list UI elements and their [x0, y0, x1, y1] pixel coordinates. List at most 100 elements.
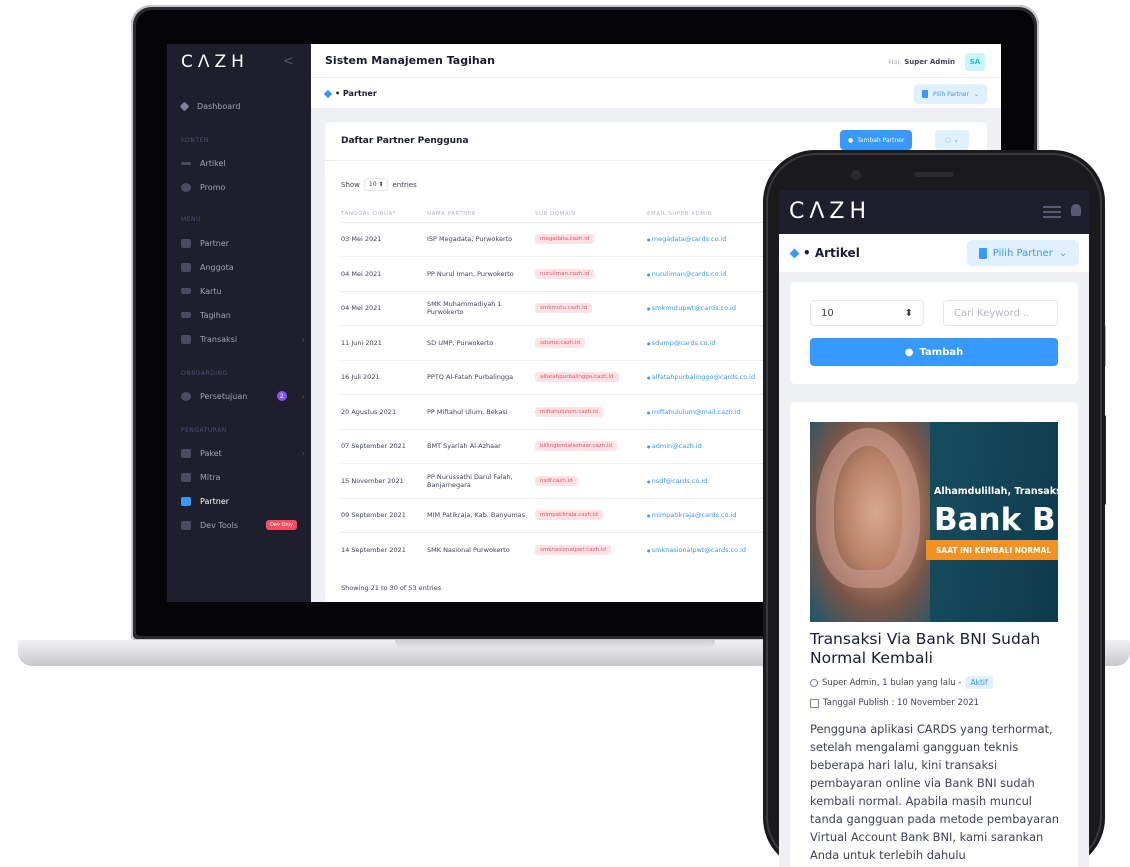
table-row[interactable]: 16 Juli 2021 PPTQ Al-Fatah Purbalingga alf…	[341, 359, 777, 395]
cell-email: mimpatikraja@cards.co.id	[647, 497, 777, 533]
sidebar-item-mitra[interactable]: Mitra	[181, 469, 305, 485]
article-card[interactable]: Alhamdulillah, Transaksi Bank BN SAAT IN…	[790, 402, 1078, 867]
sidebar-item-tagihan[interactable]: Tagihan	[181, 307, 305, 323]
add-article-button[interactable]: ● Tambah	[810, 338, 1058, 366]
greeting-label: Hai,	[888, 58, 902, 66]
sidebar-item-label: Transaksi	[200, 334, 238, 344]
sidebar-section-konten: KONTEN	[181, 137, 209, 144]
cell-date-text: 14 September 2021	[341, 546, 406, 554]
table-row[interactable]: 15 November 2021 PP Nurussathi Darul Fala…	[341, 463, 777, 498]
cell-date: 11 Juni 2021	[341, 325, 427, 360]
show-label: Show	[341, 180, 360, 189]
hamburger-menu-icon[interactable]	[1043, 206, 1061, 218]
cell-email-text[interactable]: admin@cazh.id	[647, 442, 702, 450]
column-header-subdomain[interactable]: SUB DOMAIN	[535, 206, 647, 222]
breadcrumb-label: • Artikel	[803, 246, 860, 260]
pagination-info: Showing 21 to 30 of 53 entries	[341, 584, 442, 592]
cell-email-text[interactable]: alfatahpurbalinggo@cards.co.id	[647, 373, 755, 381]
diamond-icon	[323, 89, 333, 98]
brand-logo: CΛZH	[789, 199, 872, 224]
calendar-icon	[810, 698, 819, 708]
sidebar-item-kartu[interactable]: Kartu	[181, 283, 305, 299]
add-partner-button[interactable]: ● Tambah Partner	[840, 130, 913, 150]
cell-email-text[interactable]: sdump@cards.co.id	[647, 339, 715, 347]
cell-subdomain-text: megadata.cazh.id	[535, 234, 595, 245]
cell-partner-name-text: MIM Patikraja, Kab. Banyumas	[427, 511, 526, 520]
cell-email-text[interactable]: nuruliman@cards.co.id	[647, 270, 726, 278]
cell-email: megadata@cards.co.id	[647, 221, 777, 257]
package-icon	[181, 448, 191, 458]
pick-partner-dropdown[interactable]: Pilih Partner ⌄	[967, 240, 1079, 266]
cell-date-text: 20 Agustus 2021	[341, 407, 397, 416]
mobile-app-screen: CΛZH • Artikel Pilih Partner ⌄ 10 ⬍ Cari…	[779, 190, 1089, 867]
entries-length-control: Show 10 ⬍ entries	[341, 178, 417, 191]
sidebar-item-dashboard[interactable]: Dashboard	[179, 98, 305, 114]
table-row[interactable]: 11 Juni 2021 SD UMP, Purwokerto sdump.cazh…	[341, 325, 777, 360]
article-title[interactable]: Transaksi Via Bank BNI Sudah Normal Kemb…	[810, 630, 1060, 668]
sidebar-item-artikel[interactable]: Artikel	[181, 155, 305, 171]
cell-subdomain-text: mimpatikraja.cazh.id	[535, 510, 603, 521]
status-badge: Aktif	[965, 676, 993, 689]
sidebar-item-persetujuan[interactable]: Persetujuan 2 ›	[181, 388, 305, 404]
sidebar-item-label: Tagihan	[200, 310, 231, 320]
sidebar-item-promo[interactable]: Promo	[181, 179, 305, 195]
sidebar-item-partner[interactable]: Partner	[181, 235, 305, 251]
cell-email-text[interactable]: smkmutupwt@cards.co.id	[647, 304, 736, 312]
diamond-icon	[789, 248, 800, 258]
table-row[interactable]: 14 September 2021 SMK Nasional Purwokerto…	[341, 532, 777, 567]
cell-subdomain: nuruliman.cazh.id	[535, 256, 647, 291]
sidebar-item-transaksi[interactable]: Transaksi ›	[181, 331, 305, 347]
publish-date: Tanggal Publish : 10 November 2021	[823, 698, 980, 708]
sidebar-item-paket[interactable]: Paket ›	[181, 445, 305, 461]
sidebar-item-label: Anggota	[200, 262, 234, 272]
export-dropdown[interactable]: ◌ ⌄	[935, 130, 969, 150]
cell-partner-name: PP Miftahul Ulum, Bekasi	[427, 394, 535, 429]
banner-portrait	[816, 428, 920, 588]
entries-select[interactable]: 10 ⬍	[363, 178, 389, 191]
page-size-select[interactable]: 10 ⬍	[810, 300, 924, 326]
table-row[interactable]: 07 September 2021 BMT Syariah Al-Azhaar bi…	[341, 428, 777, 464]
cell-subdomain-text: smkmutu.cazh.id	[535, 303, 593, 314]
sidebar-item-partner-settings[interactable]: Partner	[181, 493, 305, 509]
dashboard-icon	[179, 101, 190, 111]
sidebar-item-dev-tools[interactable]: Dev Tools Dev Only	[181, 517, 305, 533]
transaction-icon	[181, 334, 191, 344]
cell-email-text[interactable]: smknasionalpwt@cards.co.id	[647, 546, 746, 554]
table-row[interactable]: 03 Mei 2021 ISP Megadata, Purwokerto megad…	[341, 221, 777, 257]
cell-email: nsdf@cards.co.id	[647, 463, 777, 498]
sidebar-item-anggota[interactable]: Anggota	[181, 259, 305, 275]
user-icon[interactable]	[1071, 204, 1081, 216]
table-row[interactable]: 04 Mei 2021 SMK Muhammadiyah 1 Purwokerto…	[341, 290, 777, 326]
table-row[interactable]: 20 Agustus 2021 PP Miftahul Ulum, Bekasi m…	[341, 394, 777, 429]
sidebar-item-label: Artikel	[200, 158, 226, 168]
article-banner-image: Alhamdulillah, Transaksi Bank BN SAAT IN…	[810, 422, 1058, 622]
sidebar-section-onboarding: ONBOARDING	[181, 370, 228, 377]
sidebar-collapse-icon[interactable]: <	[283, 54, 294, 69]
approval-icon	[181, 391, 191, 401]
search-input[interactable]: Cari Keyword ..	[943, 300, 1058, 326]
subheader: • Partner Pilih Partner ⌄	[311, 78, 1001, 108]
cell-partner-name: ISP Megadata, Purwokerto	[427, 221, 535, 257]
cell-partner-name: PP Nurussathi Darul Falah, Banjarnegara	[427, 463, 535, 498]
building-icon	[978, 247, 987, 259]
cell-date: 04 Mei 2021	[341, 290, 427, 326]
column-header-date[interactable]: TANGGAL DIBUAT	[341, 206, 427, 222]
cell-email-text[interactable]: nsdf@cards.co.id	[647, 477, 707, 485]
cell-email-text[interactable]: megadata@cards.co.id	[647, 235, 726, 243]
banner-headline: Alhamdulillah, Transaksi	[934, 486, 1058, 497]
chevron-right-icon: ›	[301, 391, 305, 401]
avatar[interactable]: SA	[965, 53, 985, 71]
column-header-name[interactable]: NAMA PARTNER	[427, 206, 535, 222]
banner-status-strip: SAAT INI KEMBALI NORMAL	[926, 540, 1058, 560]
sidebar-item-label: Partner	[200, 238, 230, 248]
column-header-email[interactable]: EMAIL SUPER ADMIN	[647, 206, 777, 222]
table-row[interactable]: 04 Mei 2021 PP Nurul Iman, Purwokerto nuru…	[341, 256, 777, 291]
cell-subdomain-text: nsdf.cazh.id	[535, 475, 578, 486]
pick-partner-dropdown[interactable]: Pilih Partner ⌄	[913, 84, 987, 104]
mobile-subheader: • Artikel Pilih Partner ⌄	[779, 234, 1089, 272]
cell-date-text: 04 Mei 2021	[341, 304, 382, 313]
cell-subdomain: alfatahpurbalingga.cazh.id	[535, 359, 647, 395]
cell-email-text[interactable]: mimpatikraja@cards.co.id	[647, 511, 737, 519]
table-row[interactable]: 09 September 2021 MIM Patikraja, Kab. Ban…	[341, 497, 777, 533]
cell-email-text[interactable]: miftahululum@mail.cazh.id	[647, 408, 741, 416]
